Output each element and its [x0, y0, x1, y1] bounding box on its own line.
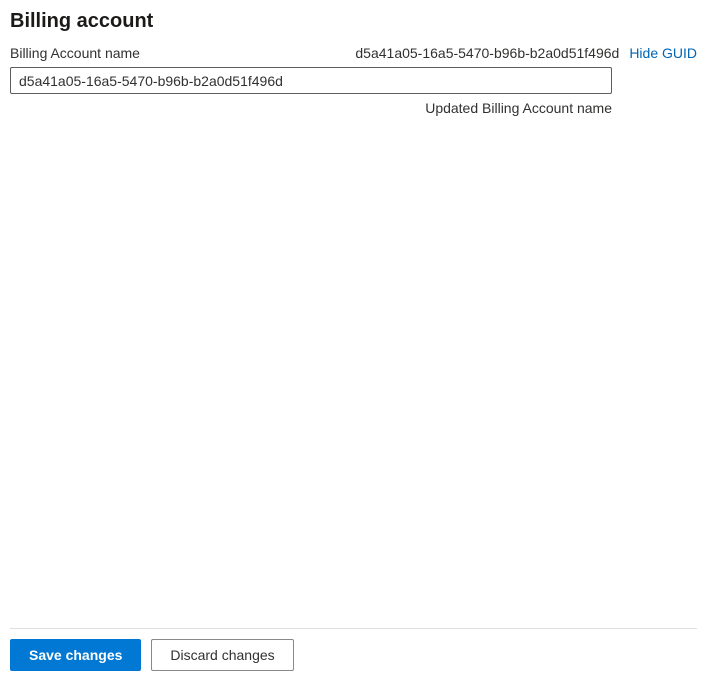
billing-name-field-row: Billing Account name d5a41a05-16a5-5470-…: [10, 45, 697, 61]
discard-button[interactable]: Discard changes: [151, 639, 293, 671]
billing-name-input[interactable]: [10, 67, 612, 94]
save-button[interactable]: Save changes: [10, 639, 141, 671]
page-title: Billing account: [10, 10, 697, 33]
helper-row: Updated Billing Account name: [10, 100, 612, 116]
billing-name-label: Billing Account name: [10, 45, 140, 61]
helper-text: Updated Billing Account name: [425, 100, 612, 116]
footer-actions: Save changes Discard changes: [10, 628, 697, 671]
hide-guid-link[interactable]: Hide GUID: [629, 45, 697, 61]
guid-display: d5a41a05-16a5-5470-b96b-b2a0d51f496d: [355, 45, 619, 61]
